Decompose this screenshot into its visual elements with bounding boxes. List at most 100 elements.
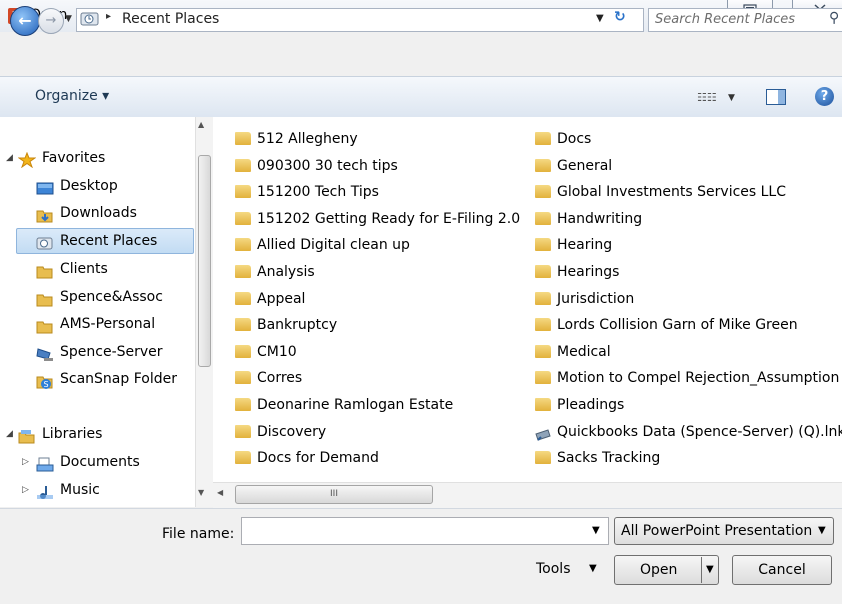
back-button[interactable]: ← — [10, 6, 40, 36]
horizontal-scroll-thumb[interactable]: III — [235, 485, 433, 504]
folder-icon — [535, 398, 551, 411]
file-item-label: Quickbooks Data (Spence-Server) (Q).lnk — [557, 424, 842, 440]
file-item-label: General — [557, 158, 613, 174]
downloads-folder-icon — [36, 206, 53, 223]
nav-item-desktop[interactable]: Desktop — [0, 173, 195, 199]
network-drive-icon — [36, 345, 53, 361]
folder-icon — [535, 185, 551, 198]
file-item-label: 151200 Tech Tips — [257, 184, 379, 200]
search-icon[interactable]: ⚲ — [829, 10, 839, 26]
file-item-label: Deonarine Ramlogan Estate — [257, 397, 454, 413]
change-view-icon[interactable]: ☷☷ — [697, 91, 717, 104]
nav-item-recent-places[interactable]: Recent Places — [0, 228, 195, 254]
file-item-label: Pleadings — [557, 397, 625, 413]
recent-pages-dropdown-icon[interactable]: ▼ — [65, 14, 72, 24]
nav-item-music[interactable]: ▷ Music — [0, 477, 195, 503]
folder-icon — [535, 318, 551, 331]
expand-arrow-icon[interactable]: ◢ — [6, 421, 13, 447]
file-name-dropdown-icon[interactable]: ▼ — [592, 525, 600, 536]
file-item-label: Bankruptcy — [257, 317, 338, 333]
file-item-label: Jurisdiction — [557, 291, 635, 307]
organize-menu-button[interactable]: Organize ▾ — [35, 88, 109, 104]
search-placeholder: Search Recent Places — [655, 12, 796, 27]
tools-menu-button[interactable]: Tools — [536, 561, 571, 577]
nav-label: Spence-Server — [60, 344, 163, 360]
folder-icon — [235, 398, 251, 411]
folder-icon — [235, 212, 251, 225]
scansnap-icon: S — [36, 372, 53, 389]
nav-libraries[interactable]: ◢ Libraries — [0, 421, 195, 447]
folder-icon — [235, 371, 251, 384]
folder-icon — [235, 265, 251, 278]
file-type-value: All PowerPoint Presentation — [621, 523, 813, 539]
folder-icon — [535, 345, 551, 358]
nav-item-clients[interactable]: Clients — [0, 256, 195, 282]
file-item-label: 151202 Getting Ready for E-Filing 2.0 — [257, 211, 521, 227]
cancel-button[interactable]: Cancel — [732, 555, 832, 585]
file-item-label: Handwriting — [557, 211, 643, 227]
forward-button[interactable]: → — [38, 8, 64, 34]
breadcrumb-location[interactable]: Recent Places — [122, 11, 219, 27]
nav-item-documents[interactable]: ▷ Documents — [0, 449, 195, 475]
folder-icon — [535, 371, 551, 384]
collapse-arrow-icon[interactable]: ▷ — [22, 477, 29, 503]
file-item-label: Discovery — [257, 424, 327, 440]
tools-dropdown-icon[interactable]: ▼ — [589, 563, 597, 574]
open-options-dropdown-icon[interactable]: ▼ — [706, 564, 714, 575]
folder-icon — [535, 159, 551, 172]
folder-icon — [535, 265, 551, 278]
file-item-label: Global Investments Services LLC — [557, 184, 787, 200]
folder-icon — [36, 317, 53, 334]
nav-item-spence-assoc[interactable]: Spence&Assoc — [0, 284, 195, 310]
file-item-label: Motion to Compel Rejection_Assumption — [557, 370, 840, 386]
nav-item-downloads[interactable]: Downloads — [0, 200, 195, 226]
file-name-input[interactable] — [241, 517, 609, 545]
file-item-label: Medical — [557, 344, 611, 360]
address-dropdown-icon[interactable]: ▼ — [596, 13, 604, 24]
nav-label: Documents — [60, 454, 140, 470]
help-icon[interactable]: ? — [815, 87, 834, 106]
open-split-divider — [701, 557, 702, 583]
file-item-label: CM10 — [257, 344, 297, 360]
nav-label: ScanSnap Folder — [60, 371, 177, 387]
expand-arrow-icon[interactable]: ◢ — [6, 145, 13, 171]
address-bar-area — [0, 32, 842, 76]
nav-item-ams-personal[interactable]: AMS-Personal — [0, 311, 195, 337]
back-arrow-icon: ← — [18, 11, 32, 30]
nav-scroll-thumb[interactable] — [198, 155, 211, 367]
libraries-icon — [18, 427, 35, 444]
scroll-down-icon[interactable]: ▼ — [198, 488, 204, 497]
preview-pane-icon[interactable] — [766, 89, 786, 105]
folder-icon — [235, 238, 251, 251]
folder-icon — [235, 292, 251, 305]
documents-icon — [36, 455, 54, 472]
breadcrumb-separator-icon[interactable]: ▸ — [106, 11, 111, 22]
nav-item-spence-server[interactable]: Spence-Server — [0, 339, 195, 365]
scroll-left-icon[interactable]: ◀ — [217, 488, 223, 497]
folder-icon — [235, 132, 251, 145]
open-button-label: Open — [640, 562, 678, 578]
folder-icon — [235, 318, 251, 331]
collapse-arrow-icon[interactable]: ▷ — [22, 449, 29, 475]
nav-label: AMS-Personal — [60, 316, 156, 332]
file-type-dropdown-icon[interactable]: ▼ — [818, 525, 826, 536]
nav-label: Libraries — [42, 426, 103, 442]
folder-icon — [235, 451, 251, 464]
file-item-label: Docs for Demand — [257, 450, 379, 466]
shortcut-link-icon — [535, 425, 551, 441]
file-item-label: Corres — [257, 370, 303, 386]
scroll-up-icon[interactable]: ▲ — [198, 120, 204, 129]
nav-favorites[interactable]: ◢ Favorites — [0, 145, 195, 171]
file-item-label: Appeal — [257, 291, 306, 307]
nav-label: Downloads — [60, 205, 137, 221]
forward-arrow-icon: → — [45, 13, 57, 28]
nav-label: Desktop — [60, 178, 118, 194]
nav-item-scansnap-folder[interactable]: S ScanSnap Folder — [0, 366, 195, 392]
nav-label: Spence&Assoc — [60, 289, 163, 305]
folder-icon — [36, 262, 53, 279]
recent-places-icon — [80, 11, 100, 27]
folder-icon — [235, 345, 251, 358]
refresh-icon[interactable]: ↻ — [614, 9, 626, 25]
view-dropdown-icon[interactable]: ▼ — [728, 93, 735, 103]
file-item-label: Analysis — [257, 264, 315, 280]
